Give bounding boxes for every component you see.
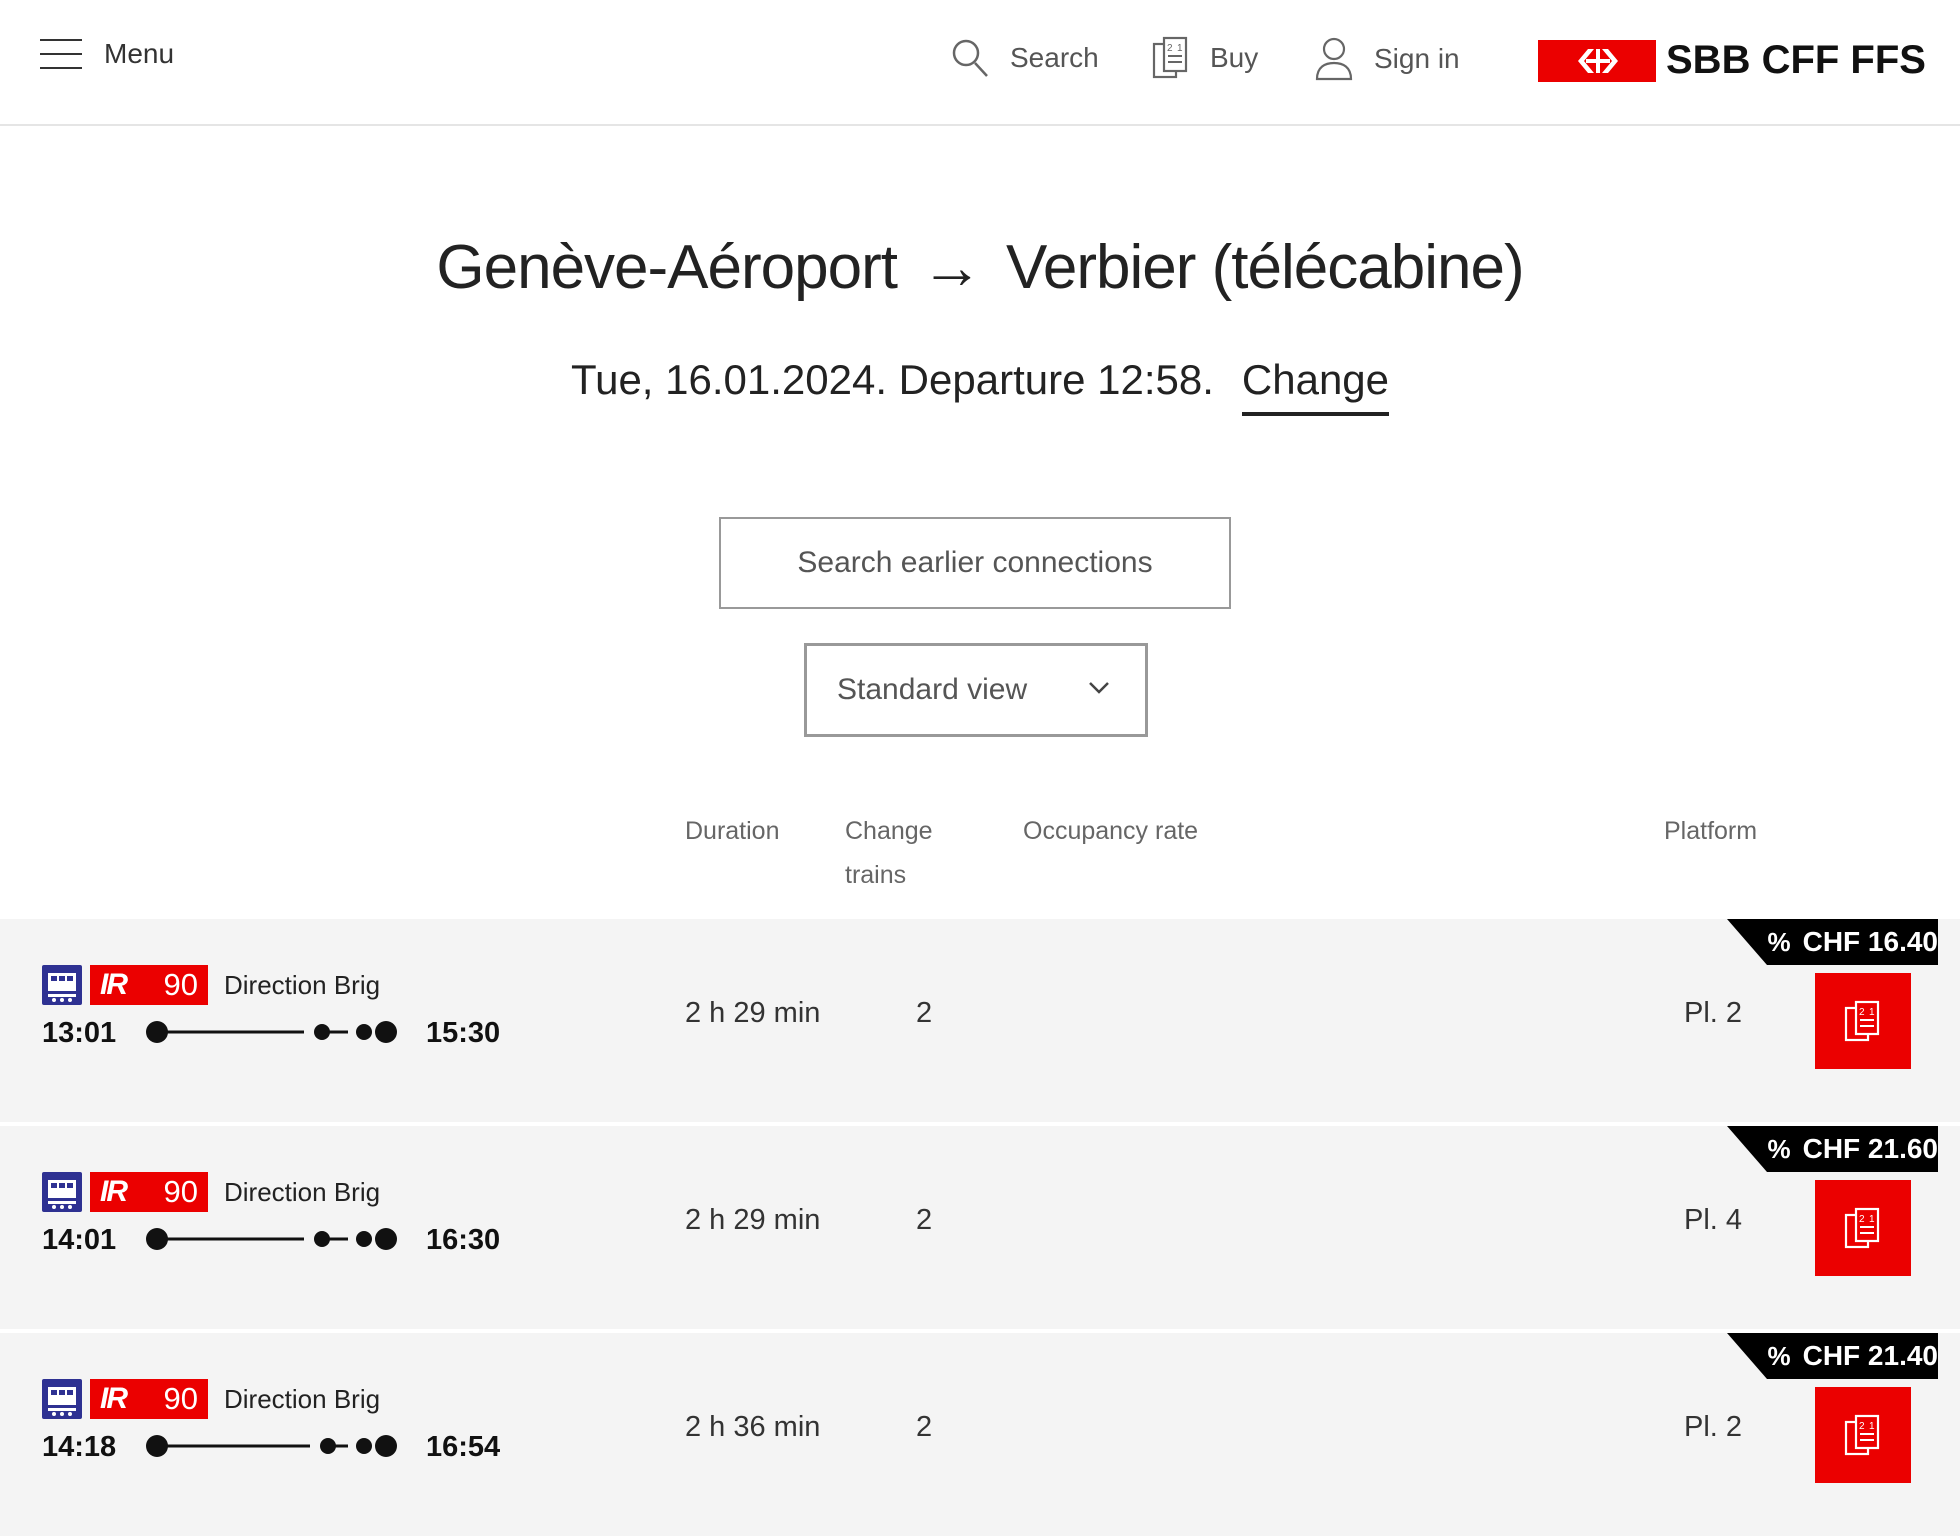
line-badge: IR 90 — [90, 965, 208, 1005]
price-tag[interactable]: % CHF 21.40 — [1727, 1333, 1960, 1379]
menu-label: Menu — [104, 38, 175, 69]
connection-row[interactable]: IR 90 Direction Brig 13:01 15:30 2 h 29 … — [0, 919, 1960, 1122]
changes-count: 2 — [916, 1411, 933, 1443]
hamburger-icon — [40, 36, 82, 72]
product-info: IR 90 Direction Brig — [42, 1172, 380, 1212]
departure-time: 13:01 — [42, 1017, 117, 1049]
search-earlier-button[interactable]: Search earlier connections — [719, 517, 1231, 609]
product-label: IR — [100, 1175, 128, 1208]
train-icon — [42, 965, 82, 1005]
route-title: Genève-Aéroport → Verbier (télécabine) — [0, 232, 1960, 303]
price: CHF 21.40 — [1802, 1340, 1938, 1371]
signin-label: Sign in — [1374, 43, 1460, 74]
train-icon — [42, 1172, 82, 1212]
changes-count: 2 — [916, 997, 933, 1029]
ticket-icon: 2 1 — [1844, 1000, 1880, 1042]
train-icon — [42, 1379, 82, 1419]
search-label: Search — [1010, 42, 1099, 73]
svg-text:1: 1 — [1869, 1214, 1875, 1225]
line-number: 90 — [163, 1174, 198, 1209]
col-change-trains: Change trains — [845, 809, 933, 897]
svg-text:2: 2 — [1167, 43, 1173, 54]
ticket-icon: 2 1 — [1844, 1414, 1880, 1456]
sbb-logo[interactable]: SBB CFF FFS — [1538, 38, 1926, 83]
product-label: IR — [100, 968, 128, 1001]
price-tag[interactable]: % CHF 21.60 — [1727, 1126, 1960, 1172]
view-select-value: Standard view — [837, 673, 1028, 706]
col-duration: Duration — [685, 817, 780, 845]
arrival-time: 15:30 — [426, 1017, 501, 1049]
platform: Pl. 2 — [1684, 997, 1743, 1029]
svg-text:1: 1 — [1869, 1007, 1875, 1018]
line-badge: IR 90 — [90, 1379, 208, 1419]
platform: Pl. 2 — [1684, 1411, 1743, 1443]
price: CHF 21.60 — [1802, 1133, 1938, 1164]
svg-text:1: 1 — [1869, 1421, 1875, 1432]
line-badge: IR 90 — [90, 1172, 208, 1212]
svg-text:2: 2 — [1859, 1214, 1865, 1225]
line-number: 90 — [163, 967, 198, 1002]
ticket-icon: 2 1 — [1152, 36, 1188, 79]
ticket-icon: 2 1 — [1844, 1207, 1880, 1249]
search-button[interactable]: Search — [950, 36, 1099, 80]
arrival-time: 16:30 — [426, 1224, 501, 1256]
platform: Pl. 4 — [1684, 1204, 1743, 1236]
date-line: Tue, 16.01.2024. Departure 12:58. Change — [0, 356, 1960, 416]
search-icon — [952, 39, 988, 77]
duration: 2 h 36 min — [685, 1411, 821, 1443]
origin-station: Genève-Aéroport — [436, 233, 898, 302]
col-change-trains-line1: Change — [845, 817, 933, 845]
duration: 2 h 29 min — [685, 1204, 821, 1236]
buy-label: Buy — [1210, 42, 1259, 73]
route-timeline — [146, 1435, 397, 1457]
brand-text: SBB CFF FFS — [1666, 38, 1926, 82]
col-occupancy: Occupancy rate — [1023, 817, 1199, 845]
price: CHF 16.40 — [1802, 926, 1938, 957]
svg-text:2: 2 — [1859, 1421, 1865, 1432]
menu-button[interactable]: Menu — [40, 36, 174, 72]
direction-text: Direction Brig — [224, 969, 381, 1000]
departure-time: 14:18 — [42, 1431, 117, 1463]
svg-text:1: 1 — [1177, 43, 1183, 54]
product-label: IR — [100, 1382, 128, 1415]
col-change-trains-line2: trains — [845, 861, 907, 889]
chevron-down-icon — [1089, 682, 1109, 694]
signin-button[interactable]: Sign in — [1314, 36, 1460, 82]
product-info: IR 90 Direction Brig — [42, 965, 380, 1005]
percent-icon: % — [1767, 1133, 1791, 1164]
direction-text: Direction Brig — [224, 1176, 381, 1207]
destination-station: Verbier (télécabine) — [1005, 233, 1525, 302]
duration: 2 h 29 min — [685, 997, 821, 1029]
line-number: 90 — [163, 1381, 198, 1416]
product-info: IR 90 Direction Brig — [42, 1379, 380, 1419]
top-header: Menu Search 2 1 Buy Sign in SBB CFF FFS — [0, 0, 1960, 126]
user-icon — [1315, 37, 1353, 81]
view-select[interactable]: Standard view — [804, 643, 1148, 737]
col-platform: Platform — [1664, 817, 1758, 845]
arrival-time: 16:54 — [426, 1431, 501, 1463]
buy-button[interactable]: 2 1 Buy — [1152, 36, 1258, 80]
svg-text:2: 2 — [1859, 1007, 1865, 1018]
direction-text: Direction Brig — [224, 1383, 381, 1414]
route-timeline — [146, 1228, 397, 1250]
percent-icon: % — [1767, 926, 1791, 957]
changes-count: 2 — [916, 1204, 933, 1236]
departure-time: 14:01 — [42, 1224, 117, 1256]
connection-row[interactable]: IR 90 Direction Brig 14:18 16:54 2 h 36 … — [0, 1333, 1960, 1536]
buy-ticket-button[interactable]: 2 1 — [1815, 1387, 1911, 1483]
date-departure-text: Tue, 16.01.2024. Departure 12:58. — [570, 356, 1214, 403]
sbb-flag-icon — [1538, 39, 1656, 82]
route-timeline — [146, 1021, 397, 1043]
percent-icon: % — [1767, 1340, 1791, 1371]
price-tag[interactable]: % CHF 16.40 — [1727, 919, 1960, 965]
change-link[interactable]: Change — [1241, 356, 1390, 416]
buy-ticket-button[interactable]: 2 1 — [1815, 1180, 1911, 1276]
connection-row[interactable]: IR 90 Direction Brig 14:01 16:30 2 h 29 … — [0, 1126, 1960, 1329]
buy-ticket-button[interactable]: 2 1 — [1815, 973, 1911, 1069]
arrow-icon: → — [920, 233, 983, 302]
